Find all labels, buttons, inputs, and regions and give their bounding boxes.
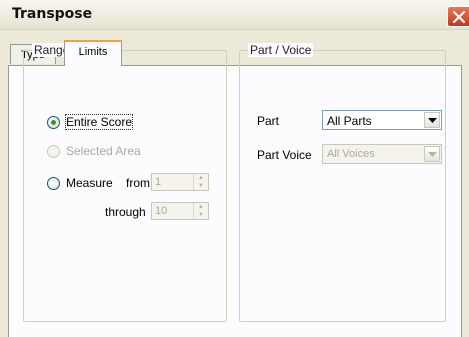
part-value: All Parts	[327, 114, 372, 128]
through-label: through	[105, 205, 146, 219]
spinner-arrows: ▲ ▼	[193, 203, 208, 219]
entire-score-label: Entire Score	[64, 114, 134, 130]
part-dropdown-button[interactable]	[424, 112, 440, 128]
transpose-dialog: Transpose Type Limits Range Entire Score…	[0, 0, 469, 337]
part-voice-label: Part Voice	[257, 148, 312, 162]
part-select[interactable]: All Parts	[322, 110, 442, 130]
part-voice-group: Part / Voice	[239, 43, 446, 322]
part-label: Part	[257, 114, 280, 128]
entire-score-radio[interactable]: Entire Score	[47, 114, 134, 130]
close-icon	[453, 11, 465, 23]
through-value: 10	[155, 205, 168, 217]
part-voice-dropdown-button	[424, 146, 440, 162]
measure-radio[interactable]: Measure	[47, 175, 113, 191]
chevron-down-icon	[428, 118, 437, 123]
through-spinner: 10 ▲ ▼	[151, 202, 209, 220]
measure-label: Measure	[66, 176, 113, 190]
from-value: 1	[155, 176, 162, 188]
spinner-arrows: ▲ ▼	[193, 174, 208, 190]
from-spinner: 1 ▲ ▼	[151, 173, 209, 191]
part-voice-value: All Voices	[327, 148, 375, 160]
selected-area-label: Selected Area	[66, 144, 141, 158]
window-title: Transpose	[12, 6, 93, 22]
part-voice-legend: Part / Voice	[248, 43, 314, 57]
radio-indicator-checked[interactable]	[47, 115, 60, 129]
from-label: from	[126, 176, 150, 190]
selected-area-radio: Selected Area	[47, 143, 141, 159]
chevron-down-icon	[428, 152, 437, 157]
part-voice-select: All Voices	[322, 144, 442, 164]
title-bar[interactable]: Transpose	[0, 0, 469, 30]
radio-indicator-unchecked[interactable]	[47, 176, 60, 190]
radio-indicator-disabled	[47, 144, 60, 158]
tab-limits[interactable]: Limits	[64, 40, 122, 66]
close-button[interactable]	[447, 6, 469, 27]
